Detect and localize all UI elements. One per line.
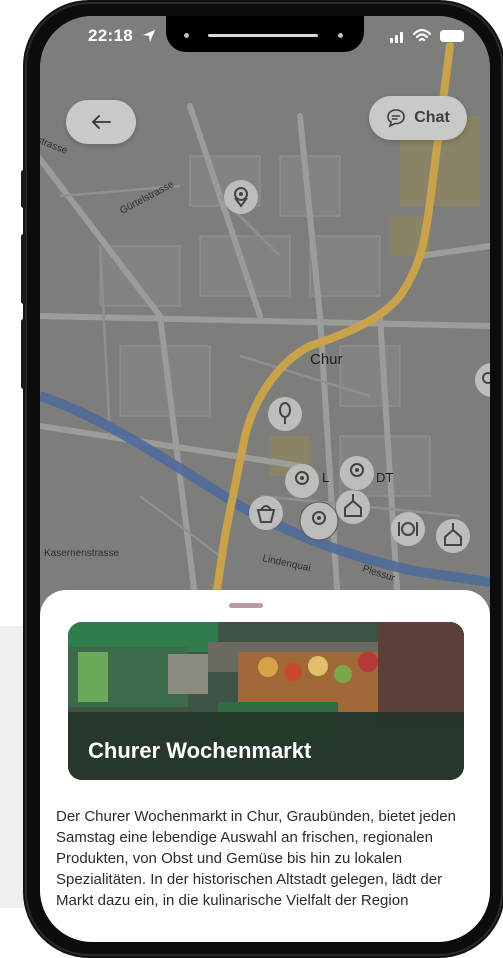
poi-marker-shopping-basket-icon[interactable]: [249, 496, 283, 530]
camera-notch: [166, 16, 364, 52]
sheet-drag-handle[interactable]: [229, 603, 263, 608]
map-label: L: [322, 470, 329, 485]
poi-marker-location-selected-icon[interactable]: [299, 501, 339, 541]
location-arrow-icon: [143, 30, 155, 42]
place-title: Churer Wochenmarkt: [88, 738, 312, 763]
poi-marker-restaurant-icon[interactable]: [391, 512, 425, 546]
market-photo-card[interactable]: Churer Wochenmarkt: [68, 622, 464, 780]
chat-button-label: Chat: [414, 109, 450, 126]
app-screen: Chur Gürtelstrasse strasse Kasernenstras…: [40, 16, 490, 942]
poi-marker-location-icon[interactable]: [224, 180, 258, 214]
phone-side-button: [21, 234, 26, 304]
poi-marker-church-icon[interactable]: [336, 490, 370, 524]
phone-side-button: [21, 170, 26, 208]
back-button[interactable]: [66, 100, 136, 144]
detail-bottom-sheet: Churer Wochenmarkt Der Churer Wochenmark…: [40, 590, 490, 942]
poi-marker-location-icon[interactable]: [340, 456, 374, 490]
street-label: Kasernenstrasse: [44, 548, 119, 559]
wifi-icon: [412, 28, 432, 42]
arrow-left-icon: [92, 115, 111, 129]
status-icons: [390, 28, 464, 43]
chat-button[interactable]: Chat: [369, 96, 467, 140]
poi-marker-location-icon[interactable]: [285, 464, 319, 498]
chat-bubble-icon: [387, 109, 406, 128]
poi-marker-church-icon[interactable]: [436, 519, 470, 553]
status-bar: 22:18: [40, 16, 490, 56]
poi-marker-park-icon[interactable]: [268, 397, 302, 431]
phone-side-button: [21, 319, 26, 389]
map-label: DT: [376, 470, 393, 485]
city-label: Chur: [310, 351, 343, 368]
place-description: Der Churer Wochenmarkt in Chur, Graubünd…: [56, 808, 456, 909]
status-time: 22:18: [88, 26, 133, 45]
signal-icon: [390, 32, 403, 43]
battery-icon: [440, 30, 464, 42]
